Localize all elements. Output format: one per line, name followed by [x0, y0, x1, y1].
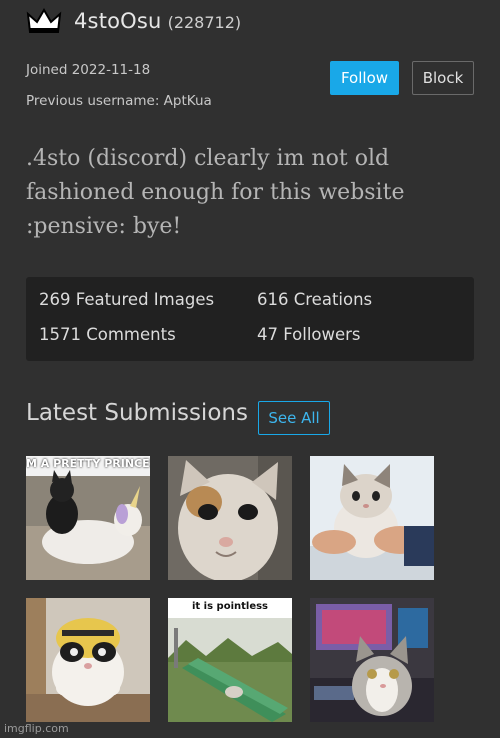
block-button[interactable]: Block	[412, 61, 474, 95]
cat-closeup-image[interactable]	[168, 456, 292, 580]
cat-on-slide-image[interactable]: it is pointless	[168, 598, 292, 722]
cat-at-desk-image[interactable]	[310, 598, 434, 722]
thumbnail-caption: it is pointless	[168, 598, 292, 616]
creations-count[interactable]: 616 Creations	[257, 290, 372, 309]
user-id: (228712)	[167, 13, 242, 32]
see-all-button[interactable]: See All	[258, 401, 330, 435]
cat-in-bee-hat-image[interactable]	[26, 598, 150, 722]
profile-bio: .4sto (discord) clearly im not old fashi…	[26, 146, 405, 239]
comments-count[interactable]: 1571 Comments	[39, 325, 176, 344]
username: 4stoOsu	[74, 9, 162, 33]
imgflip-watermark: imgflip.com	[4, 722, 69, 735]
kitten-in-hands-image[interactable]	[310, 456, 434, 580]
latest-submissions-heading: Latest Submissions	[26, 400, 248, 426]
featured-images-count[interactable]: 269 Featured Images	[39, 290, 214, 309]
cat-on-unicorn-image[interactable]: M A PRETTY PRINCESS :	[26, 456, 150, 580]
follow-button[interactable]: Follow	[330, 61, 399, 95]
thumbnail-caption: M A PRETTY PRINCESS :	[26, 457, 150, 470]
crown-icon	[26, 8, 62, 33]
joined-date: Joined 2022-11-18	[26, 62, 151, 78]
followers-count[interactable]: 47 Followers	[257, 325, 361, 344]
stats-panel: 269 Featured Images 616 Creations 1571 C…	[26, 277, 474, 361]
profile-header: 4stoOsu (228712)	[26, 4, 241, 38]
previous-username: Previous username: AptKua	[26, 93, 212, 109]
